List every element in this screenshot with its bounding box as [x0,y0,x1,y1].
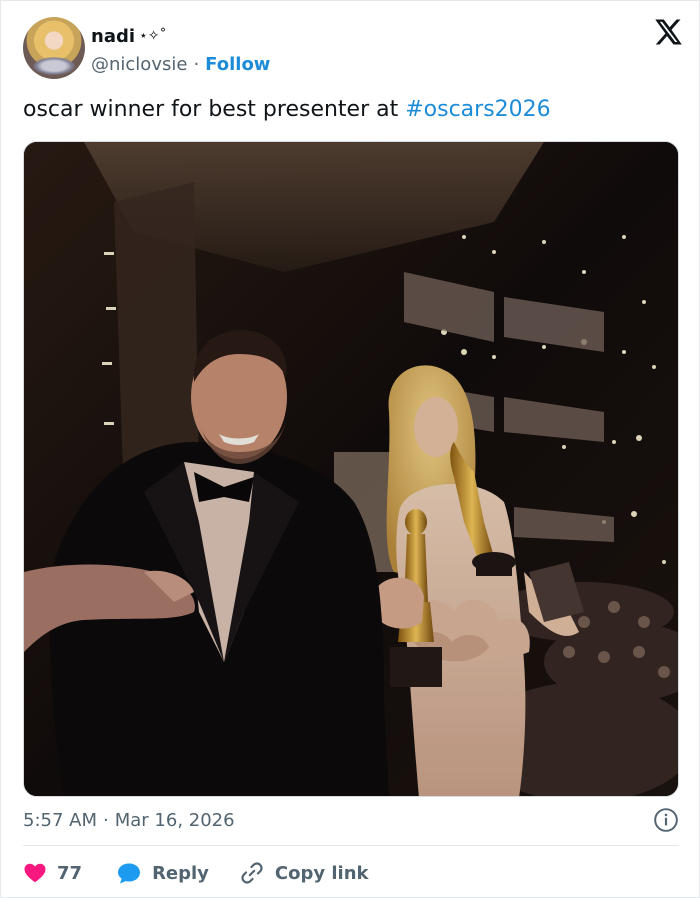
divider [23,845,679,846]
tweet-date[interactable]: Mar 16, 2026 [115,810,235,831]
hashtag-link[interactable]: #oscars2026 [405,97,550,122]
copy-link-label: Copy link [274,862,369,884]
reply-bubble-icon [118,863,141,884]
x-logo-icon[interactable] [653,17,683,47]
tweet-card: nadi ⋆✧˚ @niclovsie · Follow oscar winne… [0,0,700,898]
tweet-body: oscar winner for best presenter at [23,97,406,122]
name-decoration: ⋆✧˚ [139,28,167,44]
heart-icon [24,863,46,883]
timestamp-row: 5:57 AM · Mar 16, 2026 [23,807,679,833]
media-photo [24,142,678,796]
follow-button[interactable]: Follow [205,54,270,75]
handle-separator: · [193,53,200,75]
info-icon[interactable] [653,807,679,833]
tweet-media[interactable] [23,141,679,797]
avatar[interactable] [23,17,85,79]
tweet-header: nadi ⋆✧˚ @niclovsie · Follow [23,17,683,81]
like-button[interactable]: 77 [23,861,82,885]
action-bar: 77 Reply Copy link [23,857,369,889]
reply-label: Reply [152,862,209,884]
copy-link-button[interactable]: Copy link [239,860,369,886]
author-handle[interactable]: @niclovsie [91,54,187,75]
author-display-name[interactable]: nadi [91,26,135,47]
author-handle-row: @niclovsie · Follow [91,51,270,77]
tweet-time[interactable]: 5:57 AM [23,810,97,831]
reply-button[interactable]: Reply [116,861,209,885]
author-name-row: nadi ⋆✧˚ [91,23,167,49]
timestamp-separator: · [103,809,109,831]
like-count: 77 [57,862,83,884]
tweet-text: oscar winner for best presenter at #osca… [23,95,683,125]
link-icon [241,862,263,884]
